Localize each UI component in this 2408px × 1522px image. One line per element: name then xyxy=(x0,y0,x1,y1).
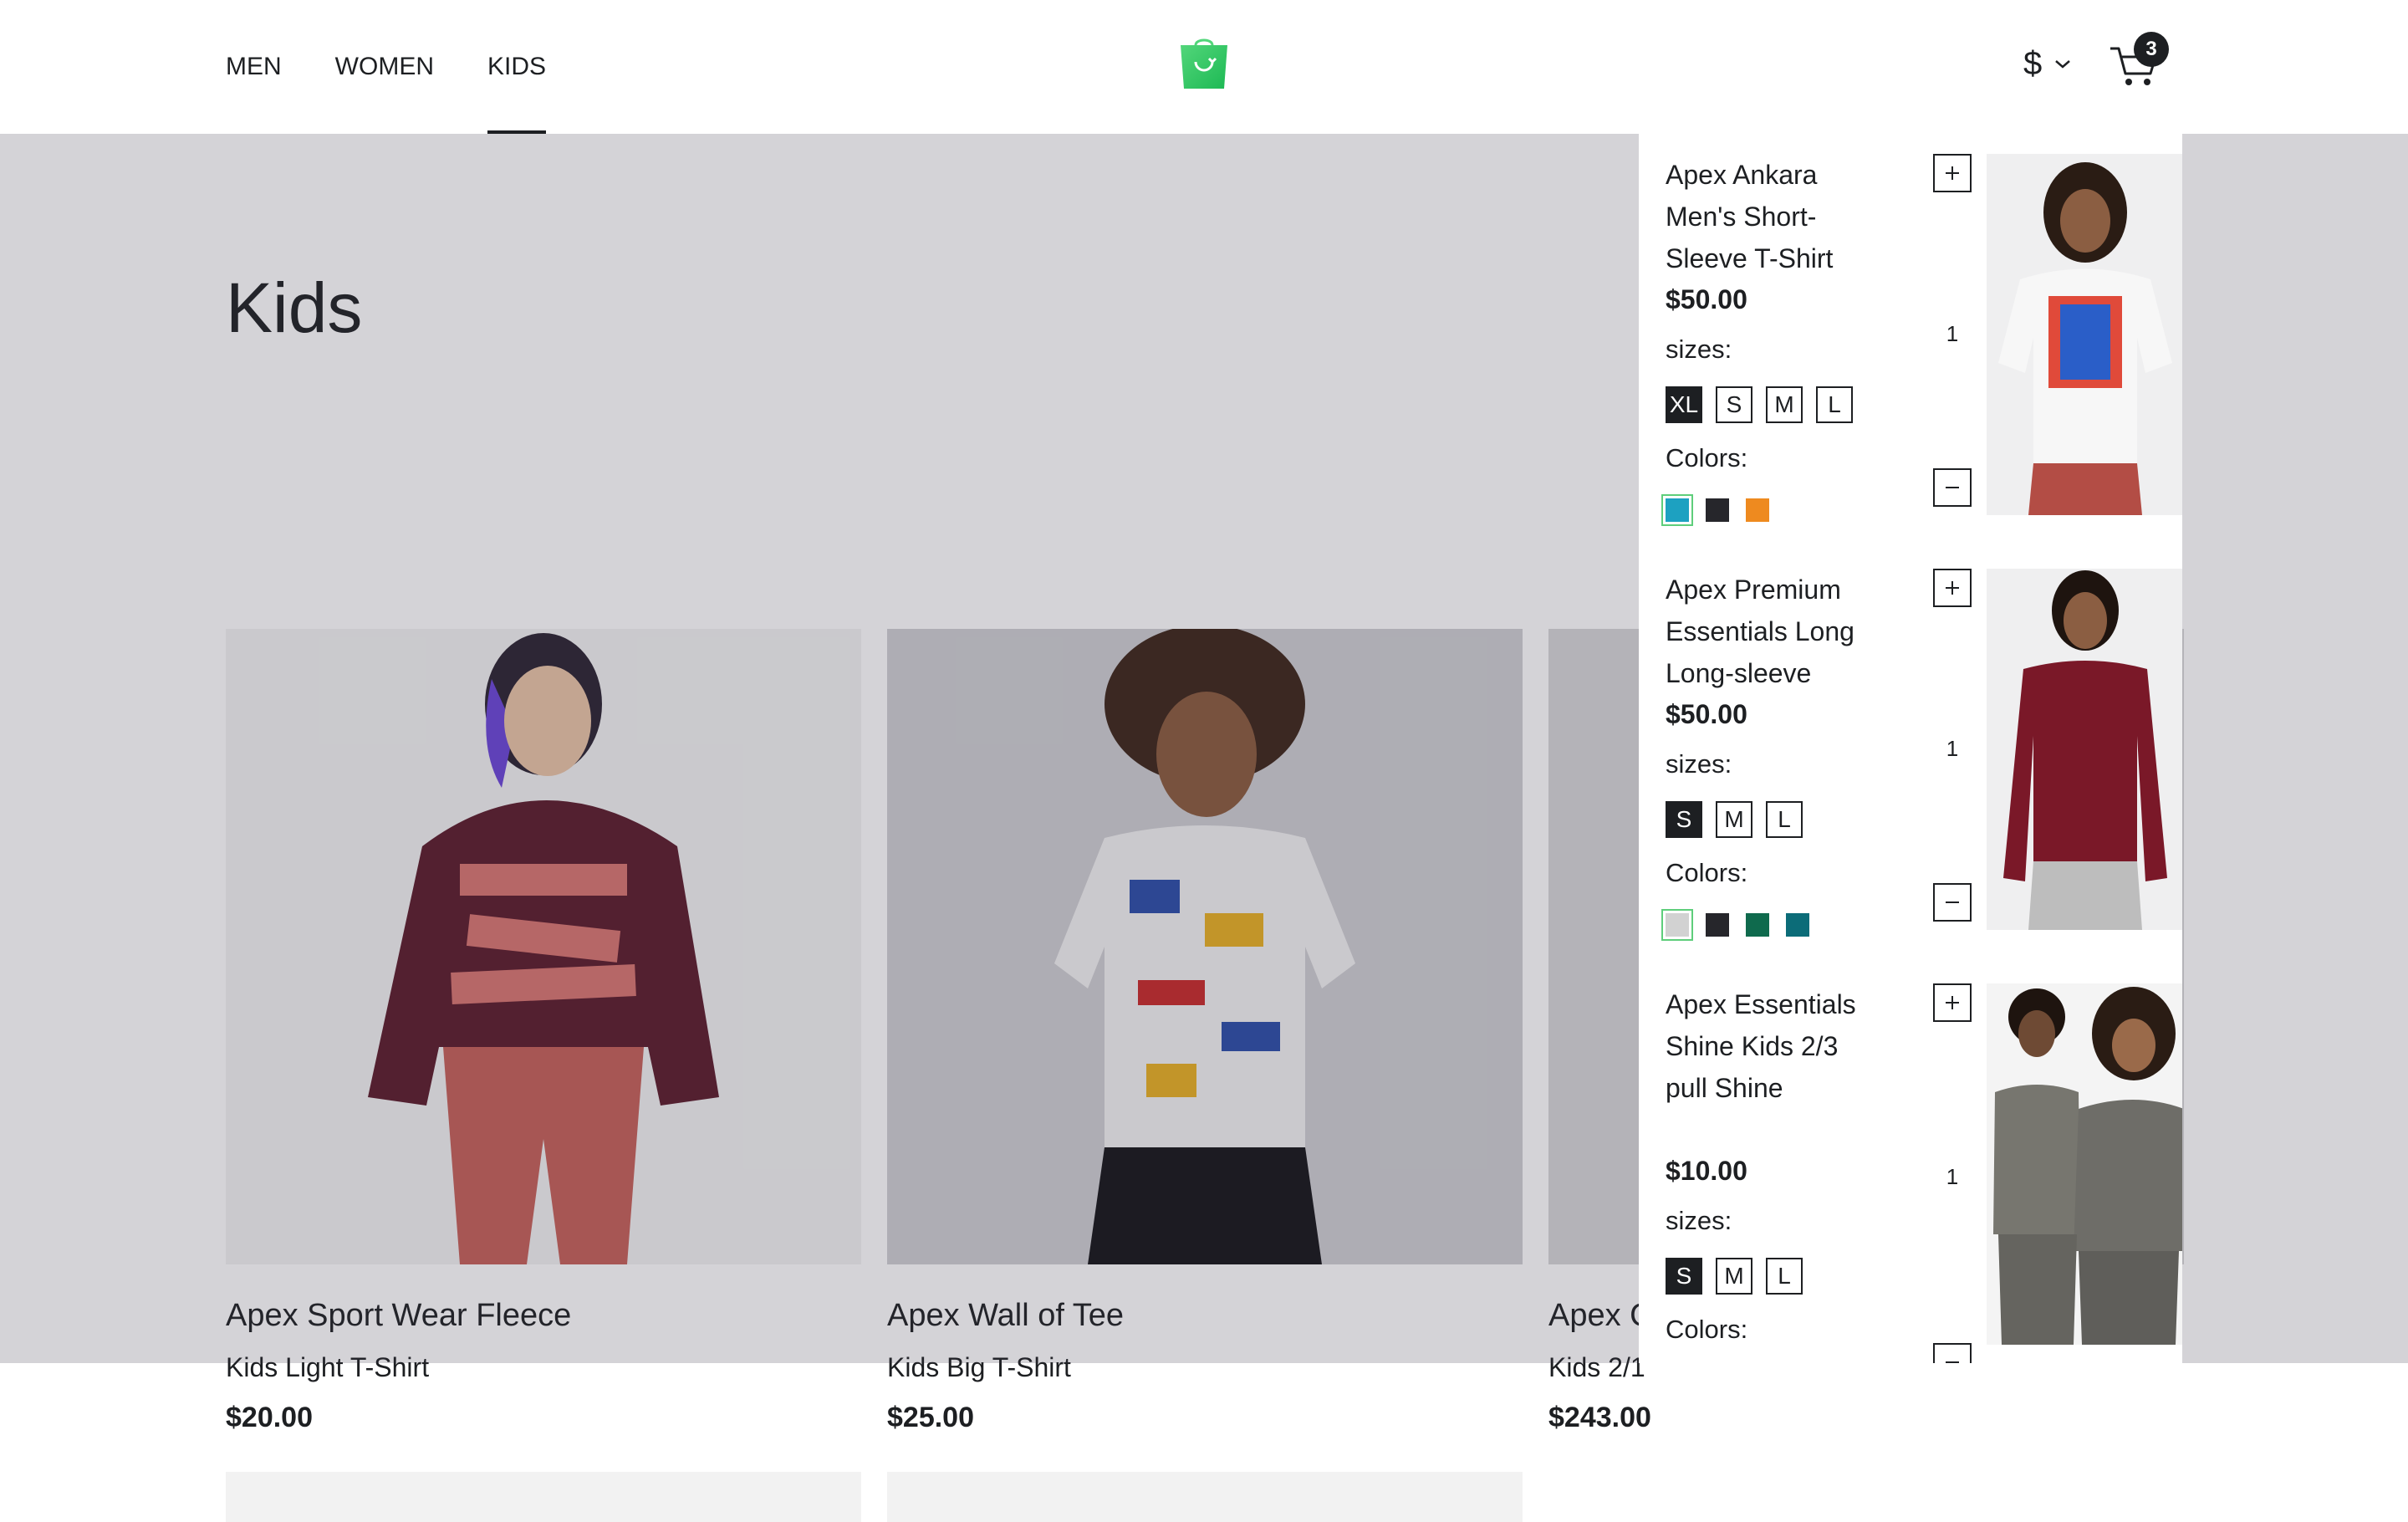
size-option[interactable]: L xyxy=(1816,386,1853,423)
product-price: $25.00 xyxy=(887,1402,974,1433)
cart-count-badge: 3 xyxy=(2134,32,2169,67)
color-swatch[interactable] xyxy=(1661,909,1693,941)
cart-item-image xyxy=(1987,569,2182,930)
colors-label: Colors: xyxy=(1666,443,1748,472)
size-option[interactable]: XL xyxy=(1666,386,1702,423)
size-option[interactable]: L xyxy=(1766,801,1803,838)
increase-quantity-button[interactable] xyxy=(1933,569,1972,607)
product-price: $243.00 xyxy=(1548,1402,1651,1433)
cart-overlay: Apex Ankara Men's Short-Sleeve T-Shirt $… xyxy=(1639,94,2182,1363)
cart-item-image xyxy=(1987,983,2182,1345)
sizes-label: sizes: xyxy=(1666,749,1732,779)
currency-switcher[interactable]: $ xyxy=(2023,45,2072,83)
colors-label: Colors: xyxy=(1666,1315,1748,1344)
cart-item-image xyxy=(1987,154,2182,515)
minus-icon xyxy=(1946,1361,1959,1363)
cart-photo-kids-sweats xyxy=(1987,983,2182,1345)
nav-women[interactable]: WOMEN xyxy=(335,0,434,134)
cart-item-name: Apex Essentials Shine Kids 2/3 pull Shin… xyxy=(1666,989,1856,1103)
size-option[interactable]: M xyxy=(1766,386,1803,423)
nav-kids[interactable]: KIDS xyxy=(487,0,547,134)
nav-men[interactable]: MEN xyxy=(226,0,282,134)
cart-item-price: $10.00 xyxy=(1666,1156,1747,1186)
cart-photo-white-tee xyxy=(1998,162,2172,515)
category-nav: MEN WOMEN KIDS xyxy=(226,0,599,134)
shopping-bag-icon[interactable] xyxy=(1177,37,1231,89)
minus-icon xyxy=(1946,487,1959,488)
cart-item-quantity: 1 xyxy=(1946,321,1959,346)
sizes-label: sizes: xyxy=(1666,1206,1732,1235)
color-swatch[interactable] xyxy=(1746,913,1769,937)
product-card-next-row[interactable] xyxy=(887,1472,1523,1522)
size-option[interactable]: M xyxy=(1716,1258,1752,1295)
decrease-quantity-button[interactable] xyxy=(1933,468,1972,507)
plus-icon xyxy=(1946,996,1959,1009)
color-options xyxy=(1661,909,1809,941)
size-option[interactable]: S xyxy=(1666,1258,1702,1295)
cart-item-name: Apex Ankara Men's Short-Sleeve T-Shirt xyxy=(1666,160,1834,273)
minus-icon xyxy=(1946,901,1959,903)
size-options: S M L xyxy=(1666,801,1803,838)
color-swatch[interactable] xyxy=(1786,913,1809,937)
size-option[interactable]: S xyxy=(1716,386,1752,423)
size-options: S M L xyxy=(1666,1258,1803,1295)
color-swatch[interactable] xyxy=(1706,913,1729,937)
color-swatch[interactable] xyxy=(1706,498,1729,522)
color-options xyxy=(1661,494,1769,526)
plus-icon xyxy=(1946,581,1959,595)
size-option[interactable]: M xyxy=(1716,801,1752,838)
color-swatch[interactable] xyxy=(1661,494,1693,526)
decrease-quantity-button[interactable] xyxy=(1933,883,1972,922)
product-price: $20.00 xyxy=(226,1402,313,1433)
size-option[interactable]: L xyxy=(1766,1258,1803,1295)
cart-item-name: Apex Premium Essentials Long Long-sleeve xyxy=(1666,575,1854,688)
cart-item-quantity: 1 xyxy=(1946,1164,1959,1189)
color-swatch[interactable] xyxy=(1746,498,1769,522)
chevron-down-icon xyxy=(2055,59,2071,69)
increase-quantity-button[interactable] xyxy=(1933,154,1972,192)
currency-symbol: $ xyxy=(2023,45,2043,82)
cart-item-price: $50.00 xyxy=(1666,699,1747,729)
cart-photo-burgundy-longsleeve xyxy=(2003,570,2167,930)
product-card-next-row[interactable] xyxy=(226,1472,861,1522)
cart-item-quantity: 1 xyxy=(1946,736,1959,761)
cart-item-price: $50.00 xyxy=(1666,284,1747,314)
size-options: XL S M L xyxy=(1666,386,1853,423)
plus-icon xyxy=(1946,166,1959,180)
increase-quantity-button[interactable] xyxy=(1933,983,1972,1022)
size-option[interactable]: S xyxy=(1666,801,1702,838)
colors-label: Colors: xyxy=(1666,858,1748,887)
sizes-label: sizes: xyxy=(1666,335,1732,364)
decrease-quantity-button[interactable] xyxy=(1933,1343,1972,1363)
